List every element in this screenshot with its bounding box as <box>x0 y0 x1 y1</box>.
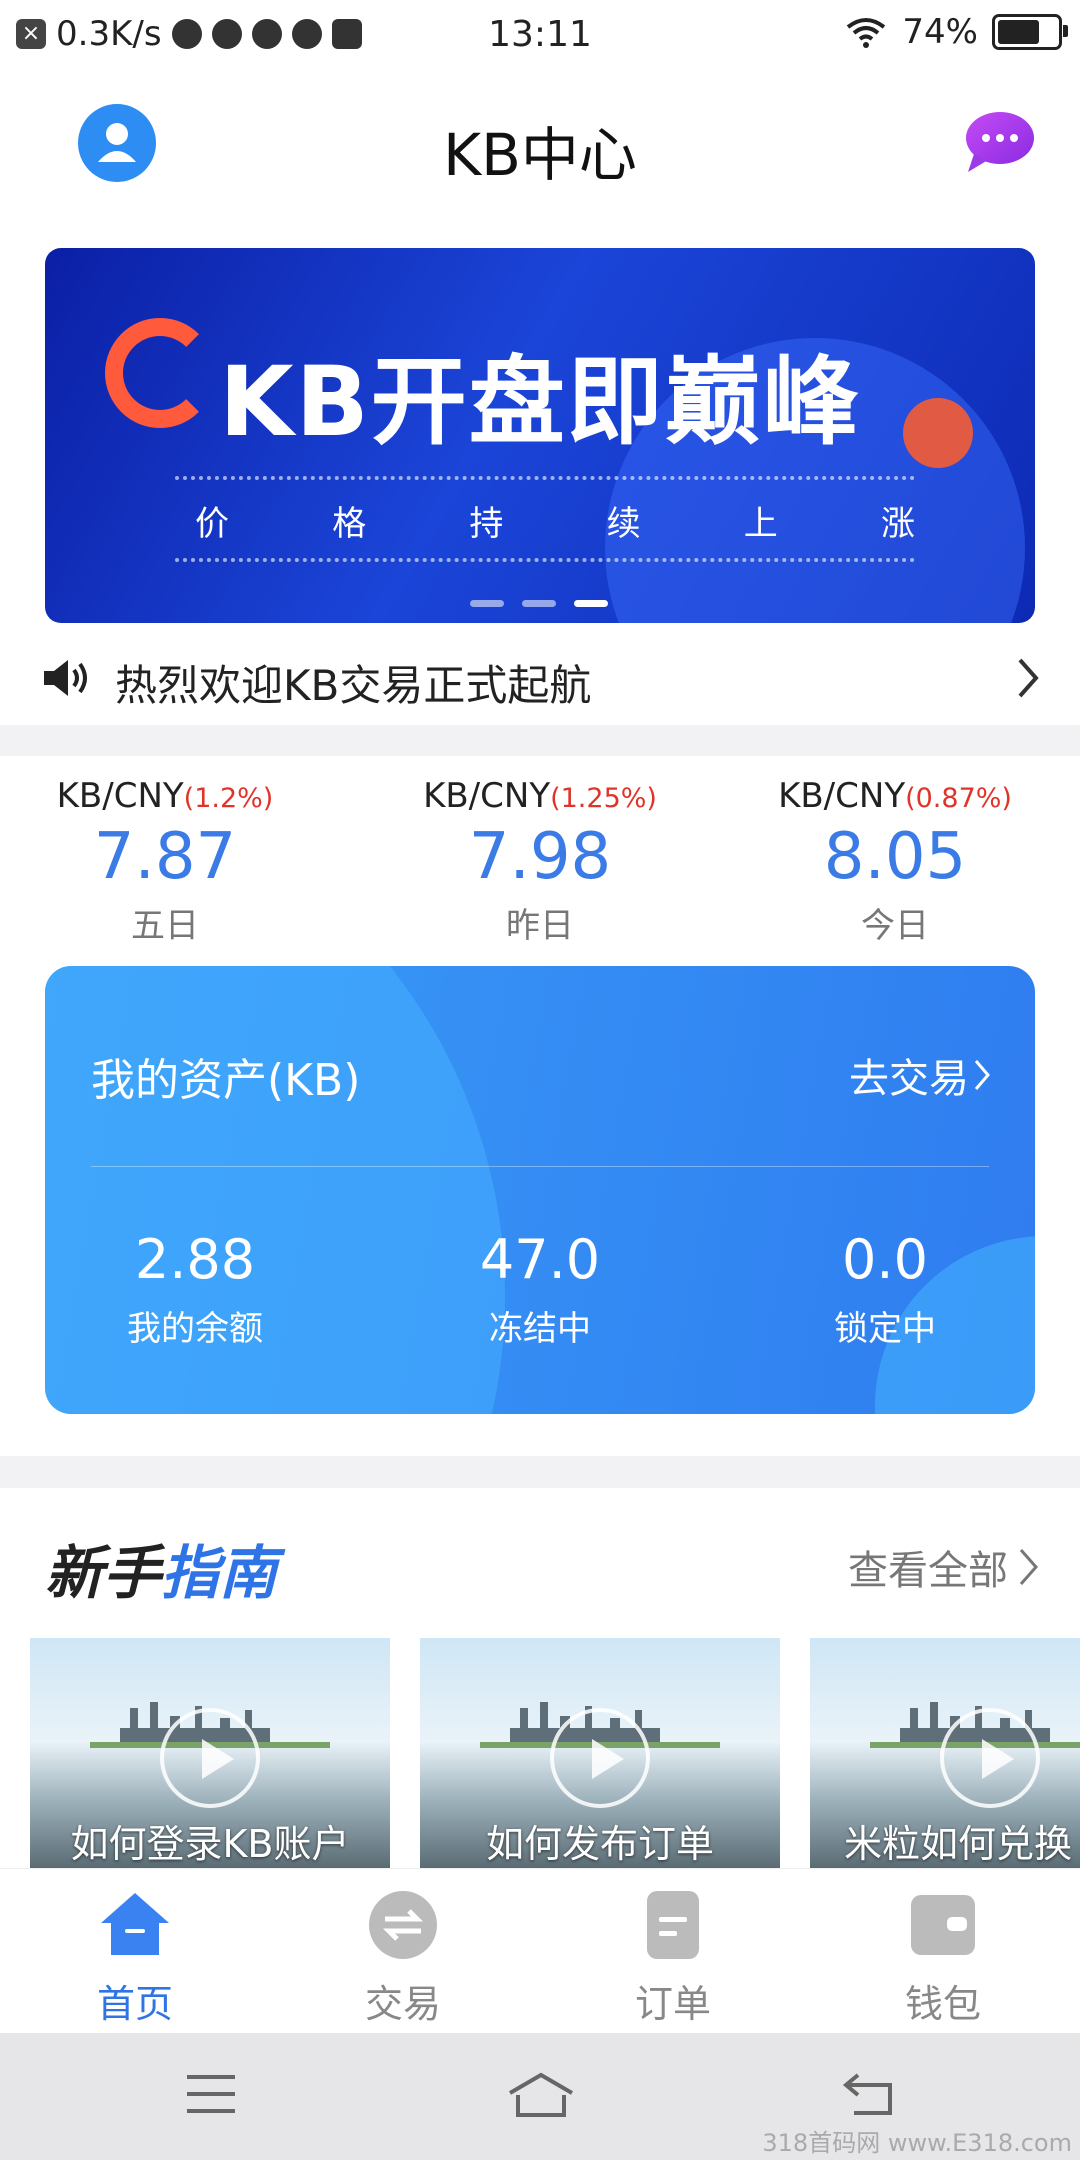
price-value: 7.87 <box>93 820 237 894</box>
change-percent: (1.2%) <box>183 783 274 814</box>
guide-title-part1: 新手 <box>45 1539 162 1607</box>
banner-divider-bottom <box>175 558 915 562</box>
change-percent: (1.25%) <box>550 783 657 814</box>
asset-value: 0.0 <box>842 1228 928 1291</box>
menu-icon[interactable] <box>185 2071 237 2117</box>
guide-video-card[interactable]: 如何登录KB账户 <box>30 1638 390 1868</box>
asset-frozen[interactable]: 47.0 冻结中 <box>390 1228 690 1350</box>
price-period: 昨日 <box>506 906 574 946</box>
play-icon <box>550 1708 650 1808</box>
price-value: 8.05 <box>823 820 967 894</box>
banner-subtitle-char: 涨 <box>880 504 915 544</box>
home-icon <box>101 1893 169 1955</box>
banner-page-indicator[interactable] <box>470 600 504 607</box>
video-caption: 如何发布订单 <box>485 1822 714 1866</box>
announcement-text: 热烈欢迎KB交易正式起航 <box>115 661 592 710</box>
guide-title-part2: 指南 <box>161 1539 278 1607</box>
tab-label: 首页 <box>96 1982 173 2026</box>
price-card-5day[interactable]: KB/CNY(1.2%) 7.87 五日 <box>0 776 330 947</box>
banner-subtitle-char: 续 <box>606 504 641 544</box>
banner-subtitle-char: 持 <box>469 504 504 544</box>
chevron-right-icon <box>1018 658 1039 698</box>
guide-video-card[interactable]: 如何发布订单 <box>420 1638 780 1868</box>
status-bar: × 0.3K/s 13:11 74% <box>0 0 1080 70</box>
view-all-label: 查看全部 <box>848 1548 1008 1594</box>
banner-page-indicator[interactable] <box>522 600 556 607</box>
home-nav-icon[interactable] <box>506 2071 576 2119</box>
speaker-icon <box>44 660 87 696</box>
banner-subtitle-char: 上 <box>743 504 778 544</box>
wifi-icon <box>847 18 886 48</box>
guide-video-card[interactable]: 米粒如何兑换 <box>810 1638 1080 1868</box>
battery-icon <box>992 14 1068 50</box>
video-caption: 米粒如何兑换 <box>844 1822 1073 1866</box>
price-card-yesterday[interactable]: KB/CNY(1.25%) 7.98 昨日 <box>375 776 705 947</box>
guide-title: 新手指南 <box>45 1526 277 1610</box>
banner-divider-top <box>175 476 915 480</box>
price-value: 7.98 <box>468 820 612 894</box>
banner-page-indicator[interactable] <box>574 600 608 607</box>
page-title: KB中心 <box>443 121 637 189</box>
currency-pair: KB/CNY <box>56 776 184 816</box>
watermark: 318首码网 www.E318.com <box>762 2129 1072 2157</box>
video-caption: 如何登录KB账户 <box>70 1822 350 1866</box>
asset-balance[interactable]: 2.88 我的余额 <box>45 1228 345 1350</box>
price-period: 今日 <box>861 906 929 946</box>
price-pair-row: KB/CNY(1.25%) <box>375 776 705 816</box>
message-button[interactable] <box>964 110 1036 174</box>
asset-label: 我的余额 <box>127 1309 263 1349</box>
tab-orders[interactable]: 订单 <box>573 1889 773 2028</box>
promo-banner[interactable]: KB开盘即巅峰 价 格 持 续 上 涨 <box>45 248 1035 623</box>
change-percent: (0.87%) <box>905 783 1012 814</box>
play-icon <box>160 1708 260 1808</box>
banner-subtitle: 价 格 持 续 上 涨 <box>195 496 915 545</box>
app-header: KB中心 <box>0 70 1080 220</box>
tab-label: 交易 <box>364 1982 441 2026</box>
tab-trade[interactable]: 交易 <box>303 1889 503 2028</box>
asset-label: 锁定中 <box>834 1309 936 1349</box>
newbie-guide-section: 新手指南 查看全部 如何登录KB账户 如何发布订单 米粒如何兑换 <box>0 1488 1080 1868</box>
banner-subtitle-char: 格 <box>332 504 367 544</box>
asset-label: 冻结中 <box>489 1309 591 1349</box>
bottom-tab-bar: 首页 交易 订单 钱包 <box>0 1868 1080 2034</box>
wallet-icon <box>911 1895 975 1955</box>
chat-bubble-icon <box>966 112 1034 172</box>
banner-subtitle-char: 价 <box>195 504 229 544</box>
asset-value: 2.88 <box>134 1228 256 1291</box>
banner-section: KB开盘即巅峰 价 格 持 续 上 涨 热烈欢迎KB交易正式起航 <box>0 220 1080 725</box>
tab-wallet[interactable]: 钱包 <box>843 1889 1043 2028</box>
price-period: 五日 <box>131 906 199 946</box>
my-assets-card: 我的资产(KB) 去交易 2.88 我的余额 47.0 冻结中 0.0 锁定中 <box>45 966 1035 1414</box>
order-icon <box>647 1891 699 1959</box>
battery-fill <box>998 20 1039 44</box>
asset-value: 47.0 <box>479 1228 601 1291</box>
go-trade-link[interactable]: 去交易 <box>849 1046 991 1104</box>
go-trade-label: 去交易 <box>849 1056 969 1102</box>
price-card-today[interactable]: KB/CNY(0.87%) 8.05 今日 <box>730 776 1060 947</box>
announcement-bar[interactable]: 热烈欢迎KB交易正式起航 <box>0 638 1080 718</box>
banner-pager <box>470 600 608 607</box>
currency-pair: KB/CNY <box>423 776 551 816</box>
chevron-right-icon <box>974 1060 990 1090</box>
market-section: KB/CNY(1.2%) 7.87 五日 KB/CNY(1.25%) 7.98 … <box>0 756 1080 1456</box>
status-right: 74% <box>844 12 1068 52</box>
battery-percent: 74% <box>902 12 978 52</box>
tab-label: 订单 <box>634 1982 711 2026</box>
price-pair-row: KB/CNY(1.2%) <box>0 776 330 816</box>
assets-divider <box>91 1166 989 1167</box>
chevron-right-icon <box>1019 1549 1039 1585</box>
view-all-link[interactable]: 查看全部 <box>848 1538 1040 1596</box>
system-nav-bar: 318首码网 www.E318.com <box>0 2033 1080 2160</box>
price-pair-row: KB/CNY(0.87%) <box>730 776 1060 816</box>
asset-locked[interactable]: 0.0 锁定中 <box>735 1228 1035 1350</box>
tab-home[interactable]: 首页 <box>35 1889 235 2028</box>
assets-title: 我的资产(KB) <box>91 1055 361 1106</box>
play-icon <box>940 1708 1040 1808</box>
currency-pair: KB/CNY <box>778 776 906 816</box>
tab-label: 钱包 <box>904 1982 981 2026</box>
back-icon[interactable] <box>842 2071 896 2117</box>
exchange-icon <box>369 1891 437 1959</box>
banner-headline: KB开盘即巅峰 <box>219 346 861 458</box>
